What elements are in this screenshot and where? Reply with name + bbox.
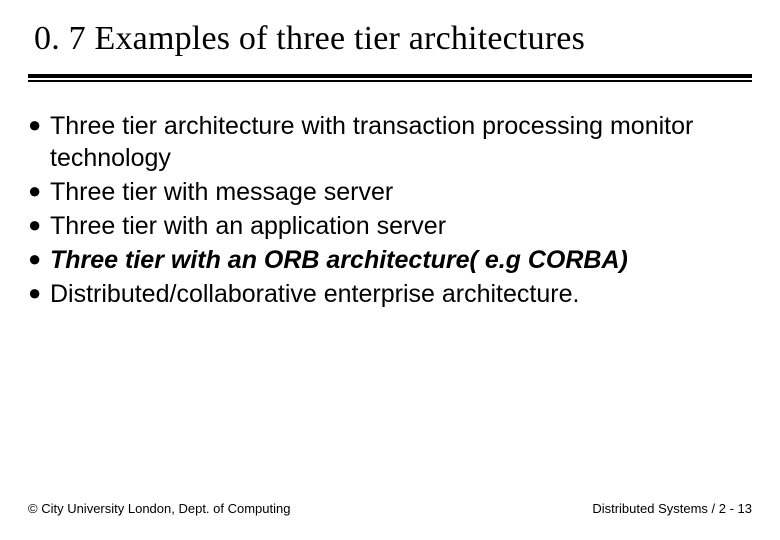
page-title: 0. 7 Examples of three tier architecture… — [28, 20, 752, 58]
footer: © City University London, Dept. of Compu… — [28, 501, 752, 516]
list-item: ● Three tier architecture with transacti… — [28, 110, 748, 174]
list-item-text: Three tier with an ORB architecture( e.g… — [50, 244, 748, 276]
footer-left: © City University London, Dept. of Compu… — [28, 501, 290, 516]
footer-right: Distributed Systems / 2 - 13 — [592, 501, 752, 516]
bullet-icon: ● — [28, 278, 50, 309]
list-item-text: Three tier with message server — [50, 176, 748, 208]
list-item-text: Three tier with an application server — [50, 210, 748, 242]
title-rule — [28, 74, 752, 82]
bullet-icon: ● — [28, 176, 50, 207]
rule-thin — [28, 80, 752, 82]
list-item-text: Distributed/collaborative enterprise arc… — [50, 278, 748, 310]
list-item: ● Three tier with an ORB architecture( e… — [28, 244, 748, 276]
list-item: ● Three tier with an application server — [28, 210, 748, 242]
list-item: ● Distributed/collaborative enterprise a… — [28, 278, 748, 310]
rule-thick — [28, 74, 752, 78]
bullet-icon: ● — [28, 110, 50, 141]
bullet-list: ● Three tier architecture with transacti… — [28, 110, 752, 310]
bullet-icon: ● — [28, 244, 50, 275]
slide: 0. 7 Examples of three tier architecture… — [0, 0, 780, 540]
list-item-text: Three tier architecture with transaction… — [50, 110, 748, 174]
list-item: ● Three tier with message server — [28, 176, 748, 208]
bullet-icon: ● — [28, 210, 50, 241]
